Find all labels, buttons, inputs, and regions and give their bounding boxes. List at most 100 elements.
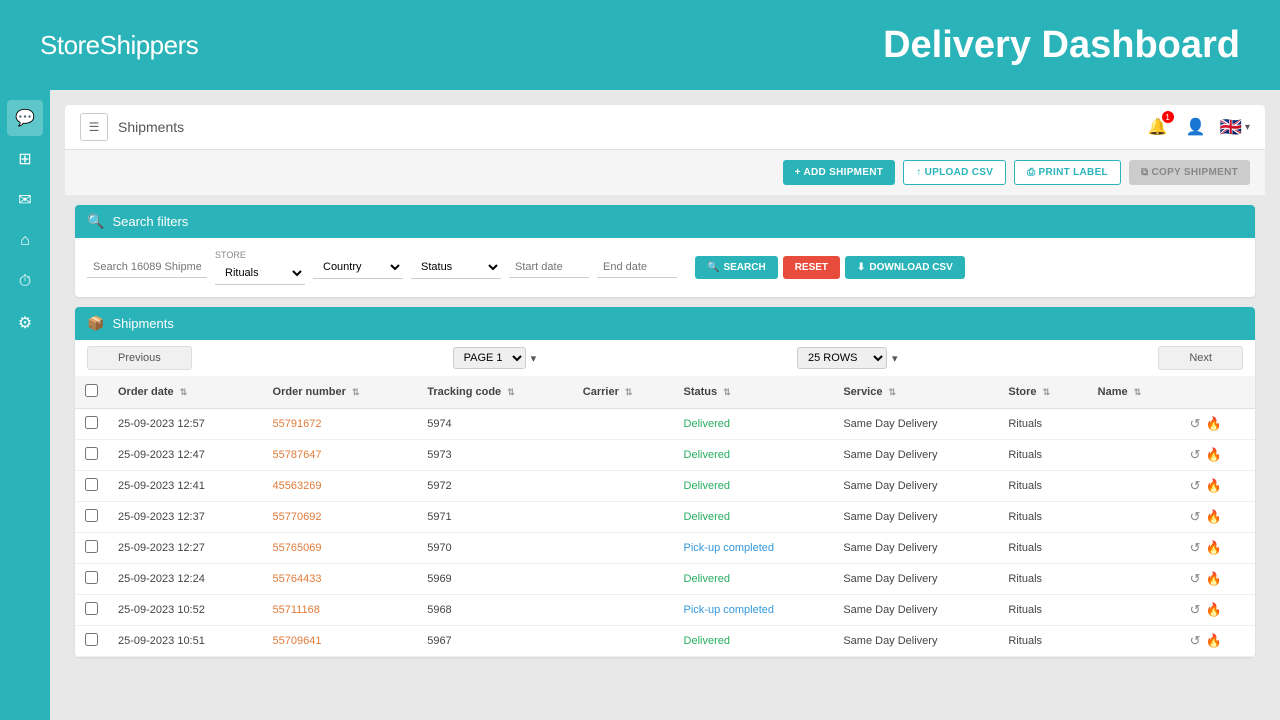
reload-icon-4[interactable]: ↺ <box>1190 540 1201 556</box>
cell-carrier-6 <box>573 595 674 626</box>
reload-icon-5[interactable]: ↺ <box>1190 571 1201 587</box>
row-checkbox-1[interactable] <box>85 447 98 460</box>
fire-icon-7[interactable]: 🔥 <box>1206 633 1222 649</box>
download-icon: ⬇ <box>857 262 865 273</box>
sidebar-icon-settings[interactable]: ⚙ <box>7 305 43 341</box>
reload-icon-7[interactable]: ↺ <box>1190 633 1201 649</box>
cell-order-date-4: 25-09-2023 12:27 <box>108 533 263 564</box>
select-all-checkbox[interactable] <box>85 384 98 397</box>
row-checkbox-7[interactable] <box>85 633 98 646</box>
row-checkbox-cell-5 <box>75 564 108 595</box>
cell-order-number-2[interactable]: 45563269 <box>263 471 418 502</box>
cell-tracking-code-5: 5969 <box>417 564 573 595</box>
cell-order-number-7[interactable]: 55709641 <box>263 626 418 657</box>
sidebar-icon-chat[interactable]: 💬 <box>7 100 43 136</box>
col-service[interactable]: Service ⇅ <box>833 376 998 409</box>
cell-status-1: Delivered <box>674 440 834 471</box>
cell-store-2: Rituals <box>998 471 1087 502</box>
download-csv-button[interactable]: ⬇ DOWNLOAD CSV <box>845 256 965 279</box>
prev-button[interactable]: Previous <box>87 346 192 370</box>
row-checkbox-0[interactable] <box>85 416 98 429</box>
page-select: PAGE 1 ▾ <box>453 347 537 369</box>
cell-store-3: Rituals <box>998 502 1087 533</box>
next-button[interactable]: Next <box>1158 346 1243 370</box>
col-store[interactable]: Store ⇅ <box>998 376 1087 409</box>
fire-icon-4[interactable]: 🔥 <box>1206 540 1222 556</box>
rows-select: 25 ROWS 50 ROWS 100 ROWS ▾ <box>797 347 898 369</box>
sidebar-icon-grid[interactable]: ⊞ <box>7 141 43 177</box>
cell-order-number-1[interactable]: 55787647 <box>263 440 418 471</box>
store-select[interactable]: Rituals <box>215 262 305 285</box>
row-checkbox-4[interactable] <box>85 540 98 553</box>
cell-actions-7: ↺ 🔥 <box>1180 626 1255 657</box>
row-checkbox-3[interactable] <box>85 509 98 522</box>
fire-icon-1[interactable]: 🔥 <box>1206 447 1222 463</box>
reload-icon-0[interactable]: ↺ <box>1190 416 1201 432</box>
cell-order-number-5[interactable]: 55764433 <box>263 564 418 595</box>
cell-order-number-6[interactable]: 55711168 <box>263 595 418 626</box>
page-selector[interactable]: PAGE 1 <box>453 347 526 369</box>
menu-button[interactable]: ☰ <box>80 113 108 141</box>
cell-status-3: Delivered <box>674 502 834 533</box>
main-content: 💬 ⊞ ✉ ⌂ ⏱ ⚙ ☰ Shipments 🔔 1 👤 🇬🇧 ▾ <box>0 90 1280 720</box>
col-order-date[interactable]: Order date ⇅ <box>108 376 263 409</box>
fire-icon-6[interactable]: 🔥 <box>1206 602 1222 618</box>
search-filters-section: 🔍 Search filters Store Rituals <box>75 205 1255 297</box>
fire-icon-3[interactable]: 🔥 <box>1206 509 1222 525</box>
reset-button[interactable]: RESET <box>783 256 840 279</box>
add-shipment-button[interactable]: + ADD SHIPMENT <box>783 160 896 185</box>
cell-carrier-2 <box>573 471 674 502</box>
print-label-button[interactable]: ⎙ PRINT LABEL <box>1014 160 1121 185</box>
cell-order-number-3[interactable]: 55770692 <box>263 502 418 533</box>
notification-button[interactable]: 🔔 1 <box>1144 113 1172 141</box>
reload-icon-1[interactable]: ↺ <box>1190 447 1201 463</box>
status-select[interactable]: Status <box>411 256 501 279</box>
cell-service-1: Same Day Delivery <box>833 440 998 471</box>
cell-service-5: Same Day Delivery <box>833 564 998 595</box>
reload-icon-6[interactable]: ↺ <box>1190 602 1201 618</box>
cell-service-0: Same Day Delivery <box>833 409 998 440</box>
search-group <box>87 257 207 278</box>
row-checkbox-cell-2 <box>75 471 108 502</box>
content-panel: ☰ Shipments 🔔 1 👤 🇬🇧 ▾ + ADD SHIPMENT ↑ … <box>50 90 1280 720</box>
search-filters-title: Search filters <box>112 214 188 229</box>
col-order-number[interactable]: Order number ⇅ <box>263 376 418 409</box>
fire-icon-5[interactable]: 🔥 <box>1206 571 1222 587</box>
row-checkbox-6[interactable] <box>85 602 98 615</box>
start-date-input[interactable] <box>509 257 589 278</box>
col-carrier[interactable]: Carrier ⇅ <box>573 376 674 409</box>
cell-name-0 <box>1088 409 1180 440</box>
language-selector[interactable]: 🇬🇧 ▾ <box>1220 117 1250 138</box>
cell-order-number-0[interactable]: 55791672 <box>263 409 418 440</box>
cell-order-date-6: 25-09-2023 10:52 <box>108 595 263 626</box>
search-input[interactable] <box>87 257 207 278</box>
fire-icon-0[interactable]: 🔥 <box>1206 416 1222 432</box>
col-name[interactable]: Name ⇅ <box>1088 376 1180 409</box>
country-select[interactable]: Country <box>313 256 403 279</box>
cell-tracking-code-6: 5968 <box>417 595 573 626</box>
cell-service-6: Same Day Delivery <box>833 595 998 626</box>
sidebar-icon-home[interactable]: ⌂ <box>7 223 43 259</box>
row-checkbox-5[interactable] <box>85 571 98 584</box>
shipments-section: 📦 Shipments Previous PAGE 1 ▾ 25 ROWS 50… <box>75 307 1255 657</box>
reload-icon-3[interactable]: ↺ <box>1190 509 1201 525</box>
row-checkbox-2[interactable] <box>85 478 98 491</box>
upload-csv-button[interactable]: ↑ UPLOAD CSV <box>903 160 1006 185</box>
sidebar-icon-clock[interactable]: ⏱ <box>7 264 43 300</box>
logo: StoreShippers <box>40 30 198 61</box>
search-button[interactable]: 🔍 SEARCH <box>695 256 778 279</box>
fire-icon-2[interactable]: 🔥 <box>1206 478 1222 494</box>
rows-selector[interactable]: 25 ROWS 50 ROWS 100 ROWS <box>797 347 887 369</box>
user-button[interactable]: 👤 <box>1182 113 1210 141</box>
cell-order-number-4[interactable]: 55765069 <box>263 533 418 564</box>
cell-name-2 <box>1088 471 1180 502</box>
end-date-input[interactable] <box>597 257 677 278</box>
copy-shipment-button[interactable]: ⧉ COPY SHIPMENT <box>1129 160 1250 185</box>
cell-name-3 <box>1088 502 1180 533</box>
sidebar-icon-message[interactable]: ✉ <box>7 182 43 218</box>
col-status[interactable]: Status ⇅ <box>674 376 834 409</box>
col-tracking-code[interactable]: Tracking code ⇅ <box>417 376 573 409</box>
table-row: 25-09-2023 12:47 55787647 5973 Delivered… <box>75 440 1255 471</box>
reload-icon-2[interactable]: ↺ <box>1190 478 1201 494</box>
filters-row: Store Rituals Country Status <box>87 250 1243 285</box>
